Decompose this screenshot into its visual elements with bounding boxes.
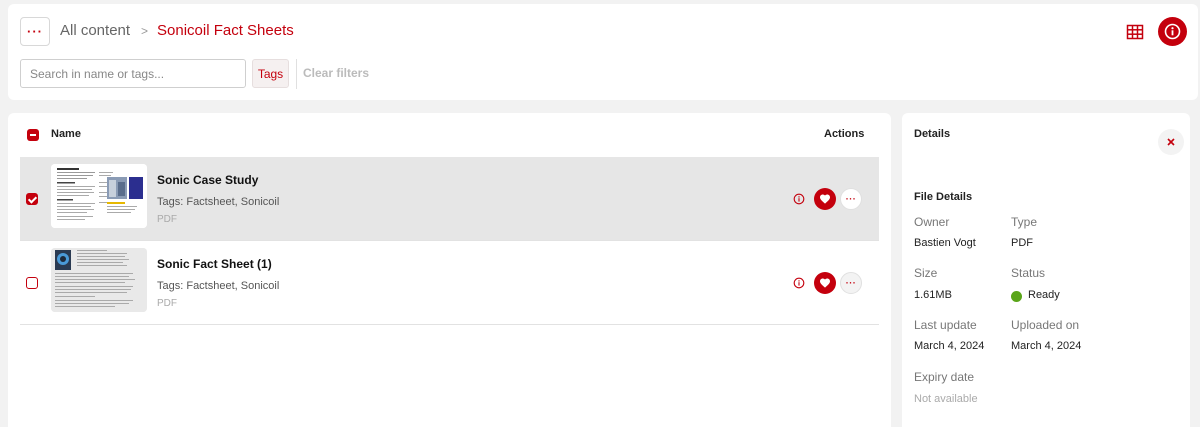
clear-filters-button[interactable]: Clear filters — [303, 66, 369, 80]
favorite-button[interactable] — [814, 188, 836, 210]
column-header-name[interactable]: Name — [51, 128, 81, 140]
file-thumbnail[interactable] — [51, 248, 147, 312]
row-checkbox[interactable] — [26, 277, 38, 289]
uploaded-on-value: March 4, 2024 — [1011, 340, 1082, 352]
type-value: PDF — [1011, 237, 1033, 249]
grid-icon — [1126, 24, 1144, 40]
heart-icon — [820, 278, 830, 288]
details-panel: Details File Details Owner Bastien Vogt … — [902, 113, 1190, 427]
expiry-date-value: Not available — [914, 393, 978, 405]
breadcrumb-root[interactable]: All content — [60, 22, 130, 39]
size-label: Size — [914, 266, 938, 280]
last-update-value: March 4, 2024 — [914, 340, 985, 352]
file-details-heading: File Details — [914, 191, 973, 203]
divider — [296, 59, 297, 89]
owner-label: Owner — [914, 215, 950, 229]
breadcrumb-separator: > — [141, 24, 149, 38]
file-list: Name Actions Sonic Case Study Tags: Fact… — [8, 113, 891, 427]
last-update-label: Last update — [914, 318, 977, 332]
row-info-button[interactable] — [791, 275, 807, 291]
expiry-date-label: Expiry date — [914, 370, 975, 384]
status-value: Ready — [1028, 289, 1060, 301]
type-label: Type — [1011, 215, 1038, 229]
owner-value: Bastien Vogt — [914, 237, 976, 249]
row-info-button[interactable] — [791, 191, 807, 207]
file-tags: Tags: Factsheet, Sonicoil — [157, 280, 280, 292]
size-value: 1.61MB — [914, 289, 952, 301]
status-label: Status — [1011, 266, 1046, 280]
info-icon — [1164, 23, 1181, 40]
table-row[interactable]: Sonic Fact Sheet (1) Tags: Factsheet, So… — [20, 241, 879, 325]
breadcrumb-current: Sonicoil Fact Sheets — [157, 22, 294, 39]
row-more-button[interactable]: ··· — [840, 188, 862, 210]
more-menu-button[interactable]: ··· — [20, 17, 50, 46]
file-type: PDF — [157, 214, 177, 225]
tags-filter-button[interactable]: Tags — [252, 59, 289, 88]
file-type: PDF — [157, 298, 177, 309]
grid-view-button[interactable] — [1124, 21, 1146, 43]
info-icon — [793, 193, 805, 205]
favorite-button[interactable] — [814, 272, 836, 294]
details-title: Details — [914, 128, 951, 140]
row-checkbox[interactable] — [26, 193, 38, 205]
close-icon — [1167, 138, 1175, 146]
toolbar: ··· All content > Sonicoil Fact Sheets T… — [8, 4, 1198, 100]
heart-icon — [820, 194, 830, 204]
file-thumbnail[interactable] — [51, 164, 147, 228]
close-details-button[interactable] — [1158, 129, 1184, 155]
row-more-button[interactable]: ··· — [840, 272, 862, 294]
file-name[interactable]: Sonic Case Study — [157, 173, 258, 187]
info-panel-button[interactable] — [1158, 17, 1187, 46]
status-dot — [1011, 291, 1022, 302]
uploaded-on-label: Uploaded on — [1011, 318, 1080, 332]
file-tags: Tags: Factsheet, Sonicoil — [157, 196, 280, 208]
table-row[interactable]: Sonic Case Study Tags: Factsheet, Sonico… — [20, 157, 879, 241]
search-input[interactable] — [20, 59, 246, 88]
select-all-checkbox[interactable] — [27, 129, 39, 141]
info-icon — [793, 277, 805, 289]
file-name[interactable]: Sonic Fact Sheet (1) — [157, 257, 272, 271]
column-header-actions: Actions — [824, 128, 865, 140]
